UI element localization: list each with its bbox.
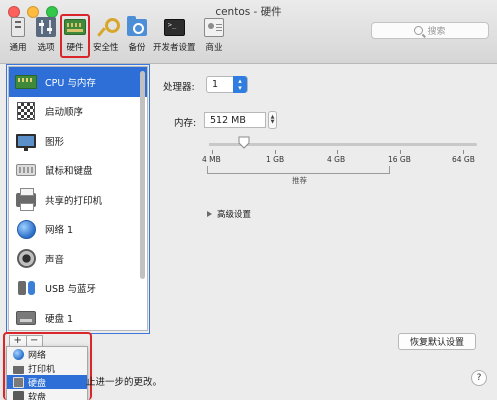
memory-tick bbox=[463, 150, 464, 154]
memory-tick bbox=[275, 150, 276, 154]
memory-tick bbox=[400, 150, 401, 154]
business-card-icon bbox=[204, 17, 224, 37]
memory-label: 内存: bbox=[174, 118, 197, 129]
memory-input[interactable]: 512 MB bbox=[204, 112, 266, 128]
memory-tick-label: 1 GB bbox=[266, 155, 285, 164]
device-sidebar[interactable]: CPU 与内存 启动顺序 图形 鼠标和键盘 共享的打印机 网络 1 声音 USB… bbox=[8, 66, 148, 331]
sidebar-item-boot-order[interactable]: 启动顺序 bbox=[9, 97, 147, 127]
sidebar-scrollbar[interactable] bbox=[140, 71, 145, 279]
memory-tick-label: 16 GB bbox=[388, 155, 411, 164]
advanced-settings-disclosure[interactable]: 高级设置 bbox=[207, 208, 251, 220]
toolbar-backup-label: 备份 bbox=[128, 43, 146, 53]
general-icon bbox=[11, 17, 25, 37]
menu-item-label: 网络 bbox=[28, 350, 47, 361]
backup-folder-icon bbox=[127, 15, 147, 36]
sidebar-item-label: 硬盘 1 bbox=[45, 313, 74, 325]
sidebar-item-label: USB 与蓝牙 bbox=[45, 284, 97, 296]
sidebar-item-label: 图形 bbox=[45, 136, 65, 148]
search-placeholder: 搜索 bbox=[427, 27, 446, 37]
toolbar-security[interactable]: 安全性 bbox=[93, 16, 120, 56]
toolbar-business-label: 商业 bbox=[205, 43, 223, 53]
toolbar-developer-label: 开发者设置 bbox=[153, 43, 196, 53]
recommended-range-bracket bbox=[207, 166, 390, 174]
sidebar-item-label: CPU 与内存 bbox=[45, 77, 96, 89]
memory-tick bbox=[337, 150, 338, 154]
disclosure-triangle-icon bbox=[207, 211, 212, 217]
sidebar-item-usb-bluetooth[interactable]: USB 与蓝牙 bbox=[9, 274, 147, 304]
hard-disk-icon bbox=[13, 376, 24, 388]
recommended-label: 推荐 bbox=[292, 176, 307, 185]
sidebar-item-label: 鼠标和键盘 bbox=[45, 166, 93, 178]
help-button[interactable]: ? bbox=[471, 370, 487, 386]
memory-tick bbox=[212, 150, 213, 154]
search-field[interactable]: 搜索 bbox=[371, 22, 489, 39]
printer-icon bbox=[13, 362, 24, 374]
advanced-settings-label: 高级设置 bbox=[217, 210, 252, 220]
sidebar-item-graphics[interactable]: 图形 bbox=[9, 126, 147, 156]
cpu-count-value: 1 bbox=[212, 79, 219, 90]
toolbar-developer[interactable]: 开发者设置 bbox=[153, 16, 196, 56]
floppy-icon bbox=[13, 390, 24, 400]
menu-item-label: 打印机 bbox=[28, 364, 56, 375]
sidebar-item-label: 启动顺序 bbox=[45, 107, 84, 119]
sidebar-item-label: 声音 bbox=[45, 254, 65, 266]
toolbar-options[interactable]: 选项 bbox=[35, 16, 57, 56]
menu-item-network[interactable]: 网络 bbox=[7, 347, 87, 361]
memory-tick-label: 64 GB bbox=[452, 155, 475, 164]
display-icon bbox=[16, 133, 36, 151]
lock-footer-text: 止进一步的更改。 bbox=[86, 377, 163, 388]
options-icon bbox=[36, 17, 56, 37]
speaker-icon bbox=[16, 249, 36, 269]
menu-item-hard-disk[interactable]: 硬盘 bbox=[7, 375, 87, 389]
cpu-count-select[interactable]: 1 ▴ ▾ bbox=[206, 76, 248, 93]
add-device-menu: 网络 打印机 硬盘 软盘 bbox=[6, 346, 88, 400]
boot-order-icon bbox=[17, 102, 35, 121]
key-icon bbox=[96, 17, 120, 37]
cpu-memory-icon bbox=[15, 74, 37, 89]
toolbar-security-label: 安全性 bbox=[93, 43, 119, 53]
memory-slider-knob[interactable] bbox=[238, 136, 250, 149]
sidebar-item-label: 网络 1 bbox=[45, 225, 74, 237]
menu-item-floppy[interactable]: 软盘 bbox=[7, 389, 87, 400]
toolbar-general[interactable]: 通用 bbox=[7, 16, 29, 56]
memory-stepper[interactable]: ▲ ▼ bbox=[268, 111, 277, 129]
usb-bluetooth-icon bbox=[16, 278, 36, 298]
toolbar-options-label: 选项 bbox=[37, 43, 55, 53]
sidebar-item-label: 共享的打印机 bbox=[45, 195, 103, 207]
sidebar-item-shared-printers[interactable]: 共享的打印机 bbox=[9, 185, 147, 215]
sidebar-item-hard-disk-1[interactable]: 硬盘 1 bbox=[9, 303, 147, 330]
terminal-icon bbox=[163, 18, 185, 36]
memory-tick-label: 4 MB bbox=[202, 155, 221, 164]
sidebar-item-sound[interactable]: 声音 bbox=[9, 244, 147, 274]
cpu-label: 处理器: bbox=[163, 82, 195, 93]
printer-icon bbox=[16, 187, 36, 211]
network-globe-icon bbox=[13, 348, 24, 360]
menu-item-printer[interactable]: 打印机 bbox=[7, 361, 87, 375]
sidebar-item-mouse-keyboard[interactable]: 鼠标和键盘 bbox=[9, 156, 147, 186]
title-bar: centos - 硬件 通用 选项 硬件 安全性 备份 >_ 开发者设置 商业 … bbox=[0, 0, 497, 64]
toolbar-general-label: 通用 bbox=[9, 43, 27, 53]
keyboard-icon bbox=[16, 164, 36, 177]
hard-disk-icon bbox=[16, 310, 36, 325]
memory-tick-label: 4 GB bbox=[327, 155, 346, 164]
sidebar-item-cpu-memory[interactable]: CPU 与内存 bbox=[9, 67, 147, 97]
hardware-highlight-box bbox=[60, 14, 90, 58]
search-icon bbox=[414, 26, 424, 35]
restore-defaults-button[interactable]: 恢复默认设置 bbox=[398, 333, 476, 350]
preferences-window: centos - 硬件 通用 选项 硬件 安全性 备份 >_ 开发者设置 商业 … bbox=[0, 0, 497, 400]
memory-value: 512 MB bbox=[210, 114, 246, 126]
menu-item-label: 硬盘 bbox=[28, 378, 47, 389]
menu-item-label: 软盘 bbox=[28, 392, 47, 400]
toolbar-backup[interactable]: 备份 bbox=[126, 15, 148, 56]
network-globe-icon bbox=[16, 219, 36, 239]
toolbar-business[interactable]: 商业 bbox=[203, 16, 225, 56]
sidebar-item-network-1[interactable]: 网络 1 bbox=[9, 215, 147, 245]
chevron-updown-icon: ▴ ▾ bbox=[233, 76, 247, 93]
